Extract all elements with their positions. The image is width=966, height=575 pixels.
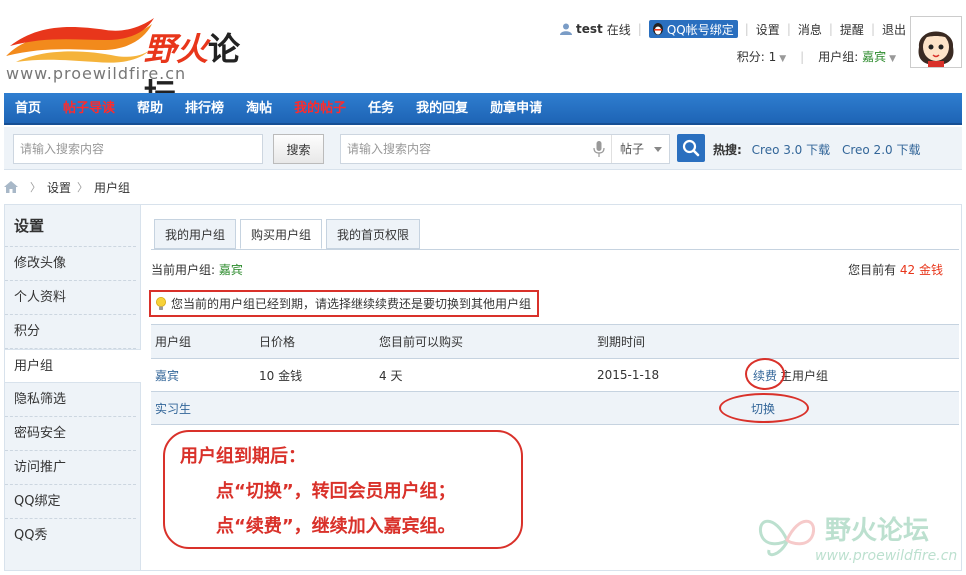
settings-link[interactable]: 设置 (756, 21, 780, 38)
chevron-down-icon: ▼ (779, 54, 787, 64)
sidebar-item-password[interactable]: 密码安全 (5, 417, 136, 451)
table-header-row: 用户组 日价格 您目前可以购买 到期时间 (151, 324, 959, 359)
breadcrumb: 〉 设置 〉 用户组 (4, 178, 130, 196)
user-infobar: 积分: 1 ▼ | 用户组: 嘉宾 ▼ (736, 48, 896, 65)
chevron-down-icon: ▼ (889, 54, 896, 64)
user-icon (560, 23, 573, 35)
nav-ranking[interactable]: 排行榜 (174, 93, 235, 125)
qq-bind-button[interactable]: QQ帐号绑定 (648, 20, 738, 38)
settings-sidebar: 设置 修改头像 个人资料 积分 用户组 隐私筛选 密码安全 访问推广 QQ绑定 … (4, 204, 141, 571)
money-balance: 您目前有 42 金钱 (848, 263, 943, 277)
online-status: 在线 (606, 22, 631, 37)
search-button[interactable]: 搜索 (273, 134, 324, 164)
sidebar-item-qq-bind[interactable]: QQ绑定 (5, 485, 136, 519)
avatar[interactable] (910, 16, 962, 68)
usergroup-menu[interactable]: 用户组: 嘉宾 ▼ (818, 48, 896, 65)
sidebar-item-usergroup[interactable]: 用户组 (5, 349, 141, 383)
hot-searches: 热搜: Creo 3.0 下载 Creo 2.0 下载 (713, 143, 921, 157)
col-header (745, 324, 959, 359)
nav-my-replies[interactable]: 我的回复 (405, 93, 479, 125)
messages-link[interactable]: 消息 (798, 21, 822, 38)
forum-search-box: 帖子 (340, 134, 670, 164)
breadcrumb-settings[interactable]: 设置 (47, 179, 71, 196)
points-menu[interactable]: 积分: 1 ▼ (737, 48, 786, 65)
logo-url: www.proewildfire.cn (6, 64, 187, 83)
chevron-right-icon: 〉 (30, 181, 41, 194)
lightbulb-icon (156, 296, 166, 310)
sidebar-title: 设置 (5, 205, 136, 247)
callout-line: 用户组到期后： (180, 446, 306, 467)
forum-search-input[interactable] (341, 135, 591, 163)
search-input[interactable] (13, 134, 263, 164)
breadcrumb-usergroup: 用户组 (94, 180, 131, 195)
can-buy: 4 天 (375, 358, 593, 392)
site-logo[interactable]: 野火论坛 www.proewildfire.cn (4, 6, 266, 114)
sidebar-item-avatar[interactable]: 修改头像 (5, 247, 136, 281)
nav-home[interactable]: 首页 (4, 93, 52, 125)
qq-penguin-icon (652, 23, 663, 35)
flame-logo-icon (6, 18, 154, 63)
search-icon (682, 139, 700, 157)
nav-help[interactable]: 帮助 (126, 93, 174, 125)
caret-down-icon (654, 147, 662, 152)
col-header: 用户组 (151, 324, 255, 359)
day-price: 10 金钱 (255, 358, 375, 392)
tab-buy-usergroup[interactable]: 购买用户组 (240, 219, 323, 249)
usergroup-tabs: 我的用户组 购买用户组 我的首页权限 (154, 219, 424, 249)
main-nav: 首页 帖子导读 帮助 排行榜 淘帖 我的帖子 任务 我的回复 勋章申请 (4, 93, 962, 125)
chevron-right-icon: 〉 (77, 181, 89, 194)
table-row: 实习生 切换 (151, 391, 959, 425)
notifications-link[interactable]: 提醒 (840, 21, 864, 38)
nav-medal-apply[interactable]: 勋章申请 (479, 93, 553, 125)
butterfly-logo-icon (758, 519, 816, 557)
hot-search-link[interactable]: Creo 2.0 下载 (842, 143, 921, 157)
watermark: 野火论坛 www.proewildfire.cn (755, 510, 965, 570)
sidebar-item-privacy[interactable]: 隐私筛选 (5, 383, 136, 417)
nav-guide[interactable]: 帖子导读 (52, 93, 126, 125)
group-link[interactable]: 嘉宾 (155, 369, 179, 383)
col-header: 您目前可以购买 (375, 324, 593, 359)
site-header: 野火论坛 www.proewildfire.cn test 在线 | QQ帐号绑… (0, 0, 966, 114)
col-header: 日价格 (255, 324, 375, 359)
logout-link[interactable]: 退出 (882, 21, 906, 38)
search-type-select[interactable]: 帖子 (611, 135, 669, 163)
table-row: 嘉宾 10 金钱 4 天 2015-1-18 续费 主用户组 (151, 358, 959, 392)
tab-home-permissions[interactable]: 我的首页权限 (326, 219, 421, 249)
expire-date: 2015-1-18 (593, 358, 745, 392)
sidebar-item-points[interactable]: 积分 (5, 315, 136, 349)
user-topbar: test 在线 | QQ帐号绑定 | 设置 | 消息 | 提醒 | 退出 (560, 20, 906, 38)
microphone-icon[interactable] (593, 141, 605, 157)
callout-line: 点“续费”，继续加入嘉宾组。 (216, 516, 456, 537)
search-go-button[interactable] (677, 134, 705, 162)
annotation-callout: 用户组到期后： 点“切换”，转回会员用户组； 点“续费”，继续加入嘉宾组。 (163, 430, 523, 549)
nav-collection[interactable]: 淘帖 (235, 93, 283, 125)
main-group-note: 主用户组 (780, 368, 829, 383)
tab-my-usergroup[interactable]: 我的用户组 (154, 219, 237, 249)
renew-highlight-ring (745, 358, 785, 390)
search-bar: 搜索 帖子 热搜: Creo 3.0 下载 Creo 2.0 下载 (4, 127, 962, 170)
usergroup-table: 用户组 日价格 您目前可以购买 到期时间 嘉宾 10 金钱 4 天 2015-1… (151, 324, 959, 425)
callout-line: 点“切换”，转回会员用户组； (216, 481, 456, 502)
cartoon-avatar-icon (911, 17, 961, 67)
sidebar-item-promotion[interactable]: 访问推广 (5, 451, 136, 485)
nav-tasks[interactable]: 任务 (357, 93, 405, 125)
home-icon[interactable] (4, 181, 18, 193)
group-link[interactable]: 实习生 (155, 402, 191, 416)
nav-my-threads[interactable]: 我的帖子 (283, 93, 357, 125)
switch-highlight-ring (719, 393, 809, 423)
col-header: 到期时间 (593, 324, 745, 359)
sidebar-item-profile[interactable]: 个人资料 (5, 281, 136, 315)
sidebar-item-qq-show[interactable]: QQ秀 (5, 519, 136, 553)
current-usergroup: 当前用户组: 嘉宾 (151, 263, 243, 277)
hot-search-link[interactable]: Creo 3.0 下载 (752, 143, 831, 157)
username-link[interactable]: test (576, 22, 603, 36)
expiry-notice: 您当前的用户组已经到期，请选择继续续费还是要切换到其他用户组 (149, 290, 539, 317)
